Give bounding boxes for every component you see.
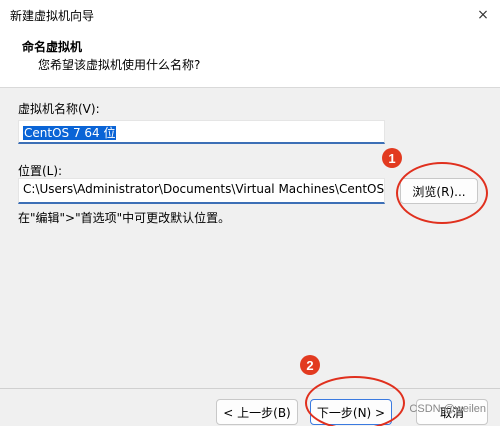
vm-name-value: CentOS 7 64 位 — [23, 126, 117, 140]
location-value: C:\Users\Administrator\Documents\Virtual… — [23, 182, 385, 196]
annotation-badge-1: 1 — [382, 148, 402, 168]
location-hint: 在"编辑">"首选项"中可更改默认位置。 — [18, 211, 231, 225]
title-bar: 新建虚拟机向导 × — [0, 0, 500, 30]
next-button[interactable]: 下一步(N) > — [310, 399, 392, 425]
vm-name-input[interactable]: CentOS 7 64 位 — [18, 120, 385, 144]
location-label: 位置(L): — [18, 164, 63, 178]
back-button[interactable]: < 上一步(B) — [216, 399, 298, 425]
close-icon[interactable]: × — [466, 0, 500, 30]
vm-name-label: 虚拟机名称(V): — [18, 102, 100, 116]
wizard-header: 命名虚拟机 您希望该虚拟机使用什么名称? — [0, 30, 500, 88]
wizard-content: 虚拟机名称(V): CentOS 7 64 位 位置(L): C:\Users\… — [0, 89, 500, 387]
browse-button[interactable]: 浏览(R)... — [400, 178, 478, 204]
window-title: 新建虚拟机向导 — [10, 8, 95, 23]
annotation-badge-2: 2 — [300, 355, 320, 375]
page-title: 命名虚拟机 — [22, 40, 83, 54]
location-input[interactable]: C:\Users\Administrator\Documents\Virtual… — [18, 178, 385, 204]
watermark: CSDN @weilen — [409, 403, 486, 415]
page-subtitle: 您希望该虚拟机使用什么名称? — [38, 58, 201, 72]
